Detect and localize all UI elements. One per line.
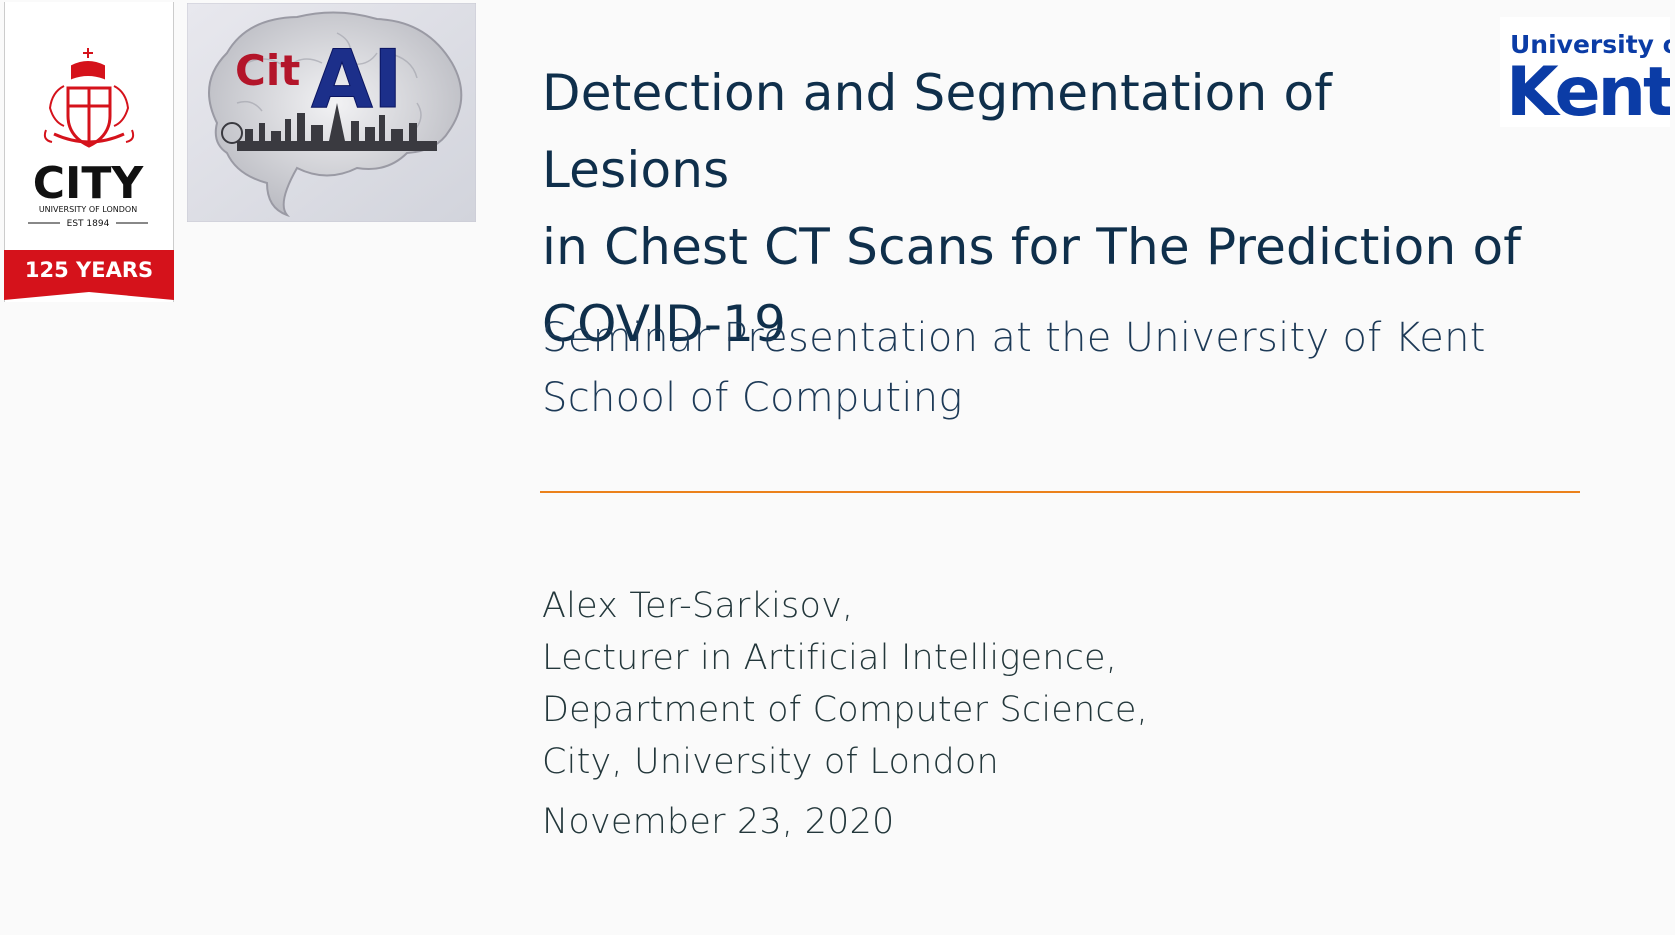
title-line-2: in Chest CT Scans for The Prediction of	[542, 218, 1522, 276]
slide-subtitle: Seminar Presentation at the University o…	[542, 308, 1542, 428]
author-block: Alex Ter-Sarkisov, Lecturer in Artificia…	[542, 580, 1148, 788]
city-university-logo: CITY UNIVERSITY OF LONDON EST 1894 125 Y…	[4, 2, 174, 302]
author-name: Alex Ter-Sarkisov,	[542, 586, 854, 626]
subtitle-line-1: Seminar Presentation at the University o…	[542, 315, 1486, 361]
city-wordmark: CITY	[33, 158, 145, 209]
city-subtext: UNIVERSITY OF LONDON	[39, 205, 137, 214]
author-department: Department of Computer Science,	[542, 690, 1148, 730]
citai-logo-graphic: Cit AI	[186, 2, 477, 223]
kent-line2: Kent	[1506, 53, 1670, 127]
kent-logo-graphic: University of Kent	[1500, 17, 1675, 132]
kent-university-logo: University of Kent	[1500, 17, 1675, 132]
city-logo-graphic: CITY UNIVERSITY OF LONDON EST 1894 125 Y…	[4, 2, 174, 302]
subtitle-line-2: School of Computing	[542, 375, 963, 421]
citai-ai-text: AI	[311, 33, 403, 126]
presentation-date: November 23, 2020	[542, 802, 895, 842]
citai-logo: Cit AI	[186, 2, 477, 223]
city-banner-text: 125 YEARS	[25, 258, 153, 282]
citai-cit-text: Cit	[235, 46, 300, 95]
title-divider	[540, 491, 1580, 493]
author-institution: City, University of London	[542, 742, 999, 782]
author-position: Lecturer in Artificial Intelligence,	[542, 638, 1118, 678]
city-est: EST 1894	[67, 219, 110, 229]
title-line-1: Detection and Segmentation of Lesions	[542, 64, 1333, 199]
